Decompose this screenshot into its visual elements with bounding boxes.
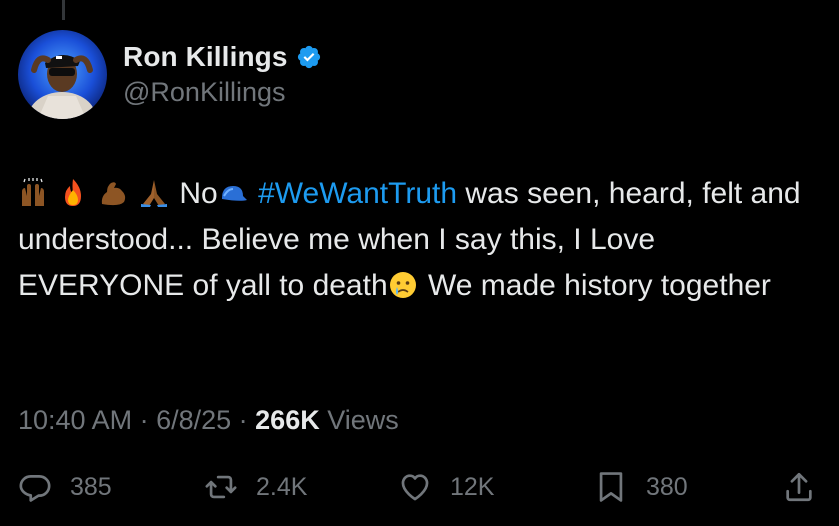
tweet-body: No #WeWantTruth was seen, heard, felt an… [18, 171, 823, 309]
fire-emoji [58, 178, 88, 208]
blue-cap-emoji [218, 178, 248, 208]
verified-badge-icon [296, 44, 322, 70]
tweet-header: Ron Killings @RonKillings [18, 30, 322, 119]
share-icon [782, 470, 816, 504]
raising-hands-emoji [18, 178, 48, 208]
meta-separator: · [132, 405, 157, 435]
repost-icon [204, 470, 238, 504]
user-handle[interactable]: @RonKillings [123, 77, 322, 108]
repost-count: 2.4K [256, 472, 308, 501]
tweet-meta: 10:40 AM · 6/8/25 · 266K Views [18, 405, 399, 436]
bookmark-icon [594, 470, 628, 504]
share-button[interactable] [782, 470, 816, 504]
views-count[interactable]: 266K [255, 405, 320, 435]
tweet-date[interactable]: 6/8/25 [156, 405, 231, 435]
tweet-text-segment: We made history together [419, 269, 771, 302]
avatar[interactable] [18, 30, 107, 119]
bookmark-count: 380 [646, 472, 688, 501]
bookmark-button[interactable]: 380 [594, 470, 688, 504]
heart-icon [398, 470, 432, 504]
crying-face-emoji [388, 270, 418, 300]
views-label: Views [319, 405, 399, 435]
meta-separator: · [231, 405, 256, 435]
repost-button[interactable]: 2.4K [204, 470, 307, 504]
display-name[interactable]: Ron Killings [123, 41, 288, 73]
like-count: 12K [450, 472, 495, 501]
reply-count: 385 [70, 472, 112, 501]
reply-button[interactable]: 385 [18, 470, 112, 504]
tweet-time[interactable]: 10:40 AM [18, 405, 132, 435]
thread-connector-line [62, 0, 65, 20]
flexed-biceps-emoji [99, 178, 129, 208]
tweet-text-segment: No [179, 177, 218, 210]
reply-icon [18, 470, 52, 504]
tweet-actions-bar: 385 2.4K 12K 380 [18, 470, 818, 506]
folded-hands-emoji [139, 178, 169, 208]
hashtag-link[interactable]: #WeWantTruth [258, 177, 457, 210]
like-button[interactable]: 12K [398, 470, 494, 504]
